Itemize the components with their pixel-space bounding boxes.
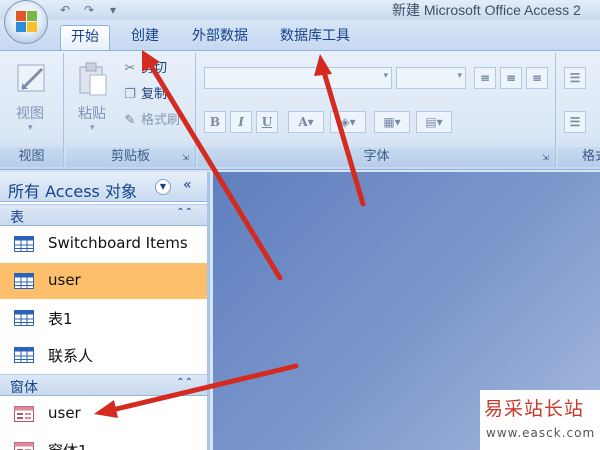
chevron-down-icon: ▾	[383, 71, 388, 81]
nav-item-user-form[interactable]: user	[0, 396, 207, 432]
office-button[interactable]	[4, 0, 48, 44]
undo-icon[interactable]: ↶	[56, 2, 74, 18]
rich-text-group-label: 格式	[558, 147, 600, 167]
section-label: 表	[10, 210, 24, 226]
align-left-icon[interactable]: ≡	[474, 67, 496, 89]
chevron-down-icon[interactable]: ▼	[155, 179, 171, 195]
form-icon	[14, 442, 34, 450]
copy-icon: ❐	[124, 87, 136, 102]
watermark-title: 易采站长站	[484, 398, 585, 420]
form-icon	[14, 406, 34, 422]
watermark-url: www.easck.com	[486, 426, 596, 440]
bold-button[interactable]: B	[204, 111, 226, 133]
window-title: 新建 Microsoft Office Access 2	[392, 2, 581, 18]
view-group: 视图 ▾ 视图	[0, 53, 64, 167]
fill-color-icon[interactable]: ◈▾	[330, 111, 366, 133]
tab-home[interactable]: 开始	[60, 25, 110, 50]
title-bar: ↶ ↷ ▾ 新建 Microsoft Office Access 2	[0, 0, 600, 20]
paste-button[interactable]: 粘贴	[78, 103, 106, 123]
nav-item-label: Switchboard Items	[48, 234, 188, 252]
quick-access-toolbar: ↶ ↷ ▾	[56, 2, 122, 18]
tab-database-tools[interactable]: 数据库工具	[272, 25, 358, 50]
list-icon[interactable]: ☰	[564, 111, 586, 133]
rich-text-group: ☰ ☰ 格式	[558, 53, 600, 167]
font-group: ▾ ▾ ≡ ≡ ≡ B I U A▾ ◈▾ ▦▾ ▤▾ 字体 ⇲	[198, 53, 556, 167]
nav-header[interactable]: 所有 Access 对象 ▼ «	[0, 172, 207, 202]
nav-item-label: 联系人	[48, 347, 94, 365]
font-name-select[interactable]: ▾	[204, 67, 392, 89]
nav-title: 所有 Access 对象	[8, 182, 137, 201]
paste-icon	[79, 62, 107, 96]
underline-button[interactable]: U	[256, 111, 278, 133]
ribbon-tabs: 开始 创建 外部数据 数据库工具	[0, 20, 600, 50]
scissors-icon: ✂	[124, 61, 136, 76]
clipboard-launcher-icon[interactable]: ⇲	[182, 153, 192, 163]
gridlines-icon[interactable]: ▦▾	[374, 111, 410, 133]
section-forms[interactable]: 窗体 ⌃⌃	[0, 374, 207, 396]
font-color-icon[interactable]: A▾	[288, 111, 324, 133]
collapse-section-icon[interactable]: ⌃⌃	[176, 207, 193, 218]
chevron-down-icon: ▾	[457, 71, 462, 81]
section-label: 窗体	[10, 380, 38, 396]
tab-external-data[interactable]: 外部数据	[182, 25, 258, 50]
office-logo-icon	[16, 11, 38, 33]
section-tables[interactable]: 表 ⌃⌃	[0, 204, 207, 226]
cut-button[interactable]: ✂ 剪切	[122, 59, 167, 79]
watermark: 易采站长站 www.easck.com	[480, 390, 600, 450]
nav-item-label: 表1	[48, 310, 73, 328]
nav-item-label: user	[48, 271, 81, 289]
nav-item-contacts[interactable]: 联系人	[0, 337, 207, 373]
view-button[interactable]: 视图	[16, 103, 44, 123]
ribbon: 视图 ▾ 视图 粘贴 ▾ ✂ 剪切 ❐ 复制 ✎ 格式刷 剪贴板 ⇲ ▾ ▾ ≡ ≡ …	[0, 50, 600, 170]
brush-icon: ✎	[124, 113, 136, 128]
copy-button[interactable]: ❐ 复制	[122, 85, 167, 105]
paste-dropdown-icon[interactable]: ▾	[90, 123, 95, 133]
clipboard-group-label: 剪贴板	[66, 147, 195, 167]
clipboard-group: 粘贴 ▾ ✂ 剪切 ❐ 复制 ✎ 格式刷 剪贴板 ⇲	[66, 53, 196, 167]
tab-create[interactable]: 创建	[122, 25, 168, 50]
font-group-label: 字体	[198, 147, 555, 167]
navigation-pane: 所有 Access 对象 ▼ « 表 ⌃⌃ Switchboard Items …	[0, 172, 210, 450]
alternate-fill-icon[interactable]: ▤▾	[416, 111, 452, 133]
view-icon	[17, 64, 45, 92]
table-icon	[14, 310, 34, 326]
italic-button[interactable]: I	[230, 111, 252, 133]
view-group-label: 视图	[0, 147, 63, 167]
nav-item-user-table[interactable]: user	[0, 263, 207, 299]
table-icon	[14, 347, 34, 363]
table-icon	[14, 236, 34, 252]
align-center-icon[interactable]: ≡	[500, 67, 522, 89]
nav-item-form1[interactable]: 窗体1	[0, 432, 207, 450]
customize-icon[interactable]: ▾	[104, 2, 122, 18]
font-size-select[interactable]: ▾	[396, 67, 466, 89]
view-dropdown-icon[interactable]: ▾	[28, 123, 33, 133]
nav-item-table1[interactable]: 表1	[0, 300, 207, 336]
collapse-pane-icon[interactable]: «	[183, 177, 192, 193]
nav-item-label: user	[48, 404, 81, 422]
nav-item-switchboard-items[interactable]: Switchboard Items	[0, 226, 207, 262]
font-launcher-icon[interactable]: ⇲	[542, 153, 552, 163]
nav-item-label: 窗体1	[48, 440, 88, 450]
collapse-section-icon[interactable]: ⌃⌃	[176, 377, 193, 388]
format-painter-button[interactable]: ✎ 格式刷	[122, 111, 180, 131]
table-icon	[14, 273, 34, 289]
indent-icon[interactable]: ☰	[564, 67, 586, 89]
align-right-icon[interactable]: ≡	[526, 67, 548, 89]
redo-icon[interactable]: ↷	[80, 2, 98, 18]
